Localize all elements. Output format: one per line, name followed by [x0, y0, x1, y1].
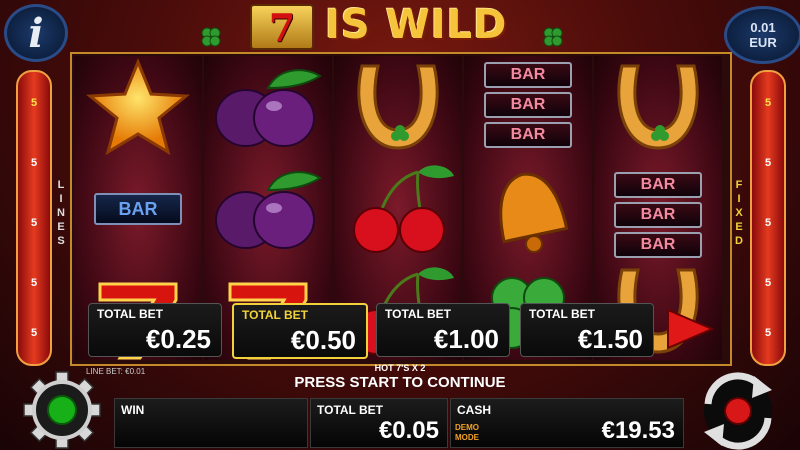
bet-option-150[interactable]: TOTAL BET €1.50 [520, 303, 654, 357]
play-triangle-icon[interactable] [660, 306, 716, 352]
title-text: IS WILD [325, 2, 508, 48]
denomination-button[interactable]: 0.01 EUR [724, 6, 800, 64]
demo-line: MODE [455, 433, 479, 442]
line-number: 5 [764, 157, 772, 169]
spin-arrows-icon[interactable] [692, 372, 784, 450]
cash-value: €19.53 [601, 417, 675, 444]
bell-symbol [499, 172, 569, 253]
line-number: 5 [764, 217, 772, 229]
title-seven-logo: 7 [250, 4, 314, 50]
info-icon: i [28, 9, 44, 57]
line-number: 5 [30, 97, 38, 109]
bet-option-100[interactable]: TOTAL BET €1.00 [376, 303, 510, 357]
cherry-symbol [353, 165, 454, 253]
fixed-label: FIXED [735, 179, 743, 247]
clover-icon [201, 27, 221, 47]
total-bet-value: €0.05 [378, 417, 439, 444]
star-symbol [86, 58, 190, 156]
line-number: 5 [764, 97, 772, 109]
hot-sevens-label: HOT 7'S X 2 [374, 363, 426, 373]
denomination-amount: 0.01 [750, 20, 776, 35]
plum-symbol [215, 69, 322, 147]
bet-option-value: €1.00 [433, 324, 499, 354]
clover-icon [543, 27, 563, 47]
bar-single-symbol: BAR [78, 160, 198, 258]
line-number: 5 [30, 277, 38, 289]
bet-option-label: TOTAL BET [529, 307, 595, 321]
cash-label: CASH [457, 403, 492, 417]
line-number: 5 [30, 217, 38, 229]
plum-symbol [215, 171, 322, 249]
lines-indicator-right: 5 5 5 5 5 [750, 70, 786, 366]
bet-option-value: €0.25 [145, 324, 211, 354]
bet-option-label: TOTAL BET [385, 307, 451, 321]
bet-option-value: €0.50 [290, 325, 356, 355]
cash-panel: CASH DEMO MODE €19.53 [450, 398, 684, 448]
bar-label: BAR [614, 202, 702, 228]
bet-option-value: €1.50 [577, 324, 643, 354]
total-bet-panel: TOTAL BET €0.05 [310, 398, 448, 448]
status-message: PRESS START TO CONTINUE [294, 374, 506, 391]
info-button[interactable]: i [4, 4, 68, 62]
bar-label: BAR [94, 193, 182, 225]
horseshoe-symbol [617, 64, 699, 150]
win-label: WIN [121, 403, 145, 417]
line-number: 5 [764, 327, 772, 339]
bet-option-050[interactable]: TOTAL BET €0.50 [232, 303, 368, 359]
win-panel: WIN [114, 398, 308, 448]
total-bet-label: TOTAL BET [317, 403, 383, 417]
bar-label: BAR [484, 62, 572, 88]
game-title: 7 IS WILD [200, 0, 600, 50]
bet-option-label: TOTAL BET [242, 308, 308, 322]
bet-option-025[interactable]: TOTAL BET €0.25 [88, 303, 222, 357]
line-number: 5 [30, 327, 38, 339]
bar-triple-symbol: BAR BAR BAR [598, 172, 718, 270]
bar-triple-symbol: BAR BAR BAR [468, 62, 588, 160]
demo-line: DEMO [455, 423, 479, 432]
bar-label: BAR [614, 232, 702, 258]
denomination-currency: EUR [749, 35, 777, 50]
bar-label: BAR [484, 122, 572, 148]
line-number: 5 [764, 277, 772, 289]
bar-label: BAR [614, 172, 702, 198]
settings-gear-icon[interactable] [18, 370, 106, 450]
horseshoe-symbol [357, 64, 439, 150]
lines-indicator-left: 5 5 5 5 5 [16, 70, 52, 366]
slot-game: i 0.01 EUR 7 IS WILD 5 5 5 5 5 5 5 5 5 5… [0, 0, 800, 450]
bet-option-label: TOTAL BET [97, 307, 163, 321]
demo-mode-label: DEMO MODE [455, 423, 479, 443]
lines-label: LINES [57, 179, 65, 247]
bar-label: BAR [484, 92, 572, 118]
line-number: 5 [30, 157, 38, 169]
